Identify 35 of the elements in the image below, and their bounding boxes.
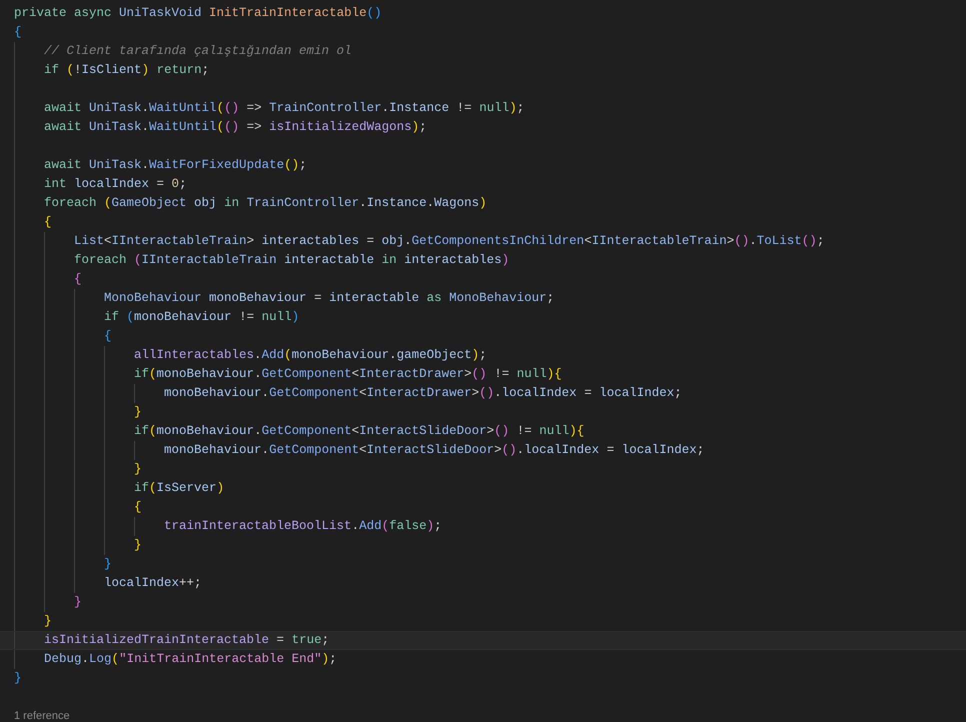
code-line: monoBehaviour.GetComponent<InteractSlideDoor>().localIndex = localIndex; — [163, 442, 704, 459]
code-line: { — [73, 271, 82, 288]
code-line: List<IInteractableTrain> interactables = obj.GetComponentsInChildren<IInteractableTrain>().ToList(); — [73, 233, 824, 250]
code-line: } — [103, 556, 112, 573]
code-line: Debug.Log("InitTrainInteractable End"); — [43, 651, 337, 668]
code-line: } — [133, 404, 142, 421]
code-line: { — [43, 214, 52, 231]
code-line: await UniTask.WaitUntil(() => isInitializedWagons); — [43, 119, 427, 136]
code-line: if (monoBehaviour != null) — [103, 309, 300, 326]
code-line: isInitializedTrainInteractable = true; — [43, 632, 330, 649]
code-line: MonoBehaviour monoBehaviour = interactable as MonoBehaviour; — [103, 290, 554, 307]
code-line: trainInteractableBoolList.Add(false); — [163, 518, 442, 535]
code-line: localIndex++; — [103, 575, 202, 592]
code-line: if(monoBehaviour.GetComponent<InteractSlideDoor>() != null){ — [133, 423, 584, 440]
code-line: if(monoBehaviour.GetComponent<InteractDrawer>() != null){ — [133, 366, 562, 383]
code-line: await UniTask.WaitUntil(() => TrainController.Instance != null); — [43, 100, 524, 117]
code-comment: // Client tarafında çalıştığından emin ol — [43, 43, 352, 60]
code-line: } — [73, 594, 82, 611]
code-line: await UniTask.WaitForFixedUpdate(); — [43, 157, 307, 174]
code-line: if(IsServer) — [133, 480, 224, 497]
code-line: } — [133, 537, 142, 554]
code-line: } — [14, 670, 22, 687]
code-line: { — [14, 24, 22, 41]
code-line: if (!IsClient) return; — [43, 62, 210, 79]
code-line: monoBehaviour.GetComponent<InteractDrawer>().localIndex = localIndex; — [163, 385, 682, 402]
code-line: private async UniTaskVoid InitTrainInteractable() — [14, 5, 382, 22]
code-line: } — [43, 613, 52, 630]
code-line: { — [103, 328, 112, 345]
code-line: foreach (IInteractableTrain interactable in interactables) — [73, 252, 510, 269]
code-line: } — [133, 461, 142, 478]
code-line: int localIndex = 0; — [43, 176, 187, 193]
code-line: { — [133, 499, 142, 516]
codelens-references-link[interactable]: 1 reference — [14, 710, 70, 722]
code-line: foreach (GameObject obj in TrainController.Instance.Wagons) — [43, 195, 487, 212]
code-line: allInteractables.Add(monoBehaviour.gameObject); — [133, 347, 487, 364]
